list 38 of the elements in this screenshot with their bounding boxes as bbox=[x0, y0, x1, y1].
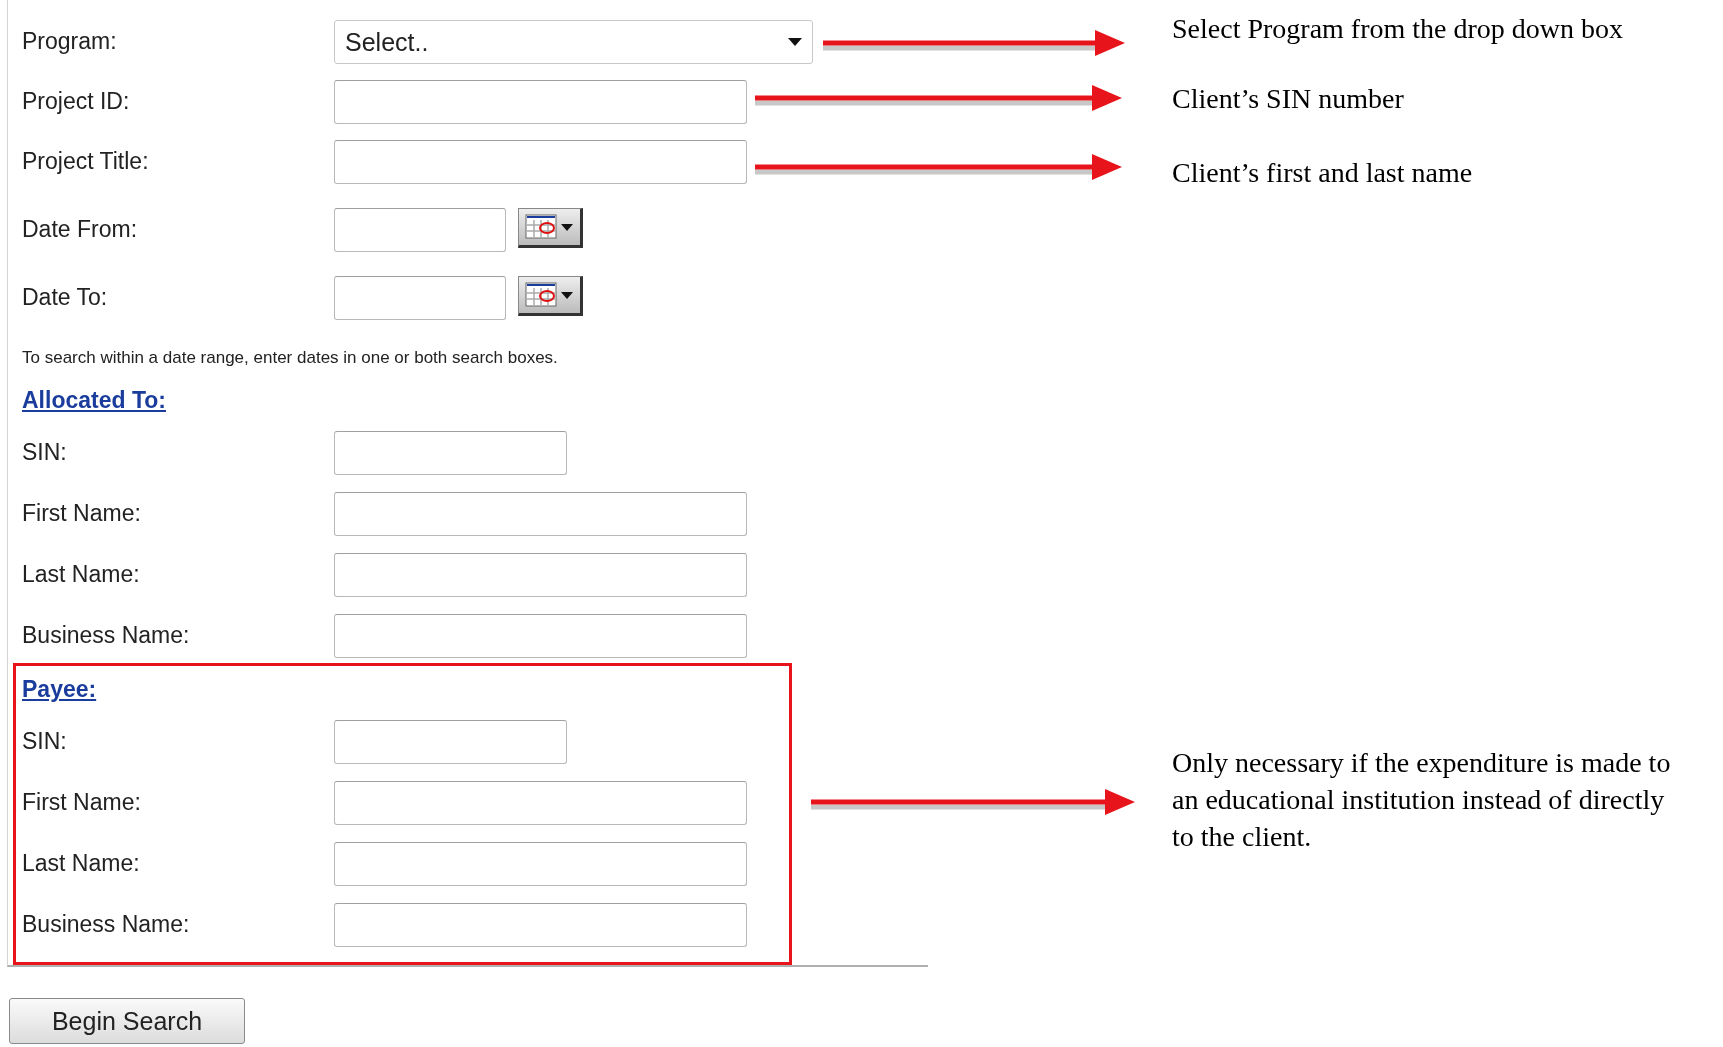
calendar-button[interactable] bbox=[518, 276, 583, 316]
date-input[interactable] bbox=[334, 276, 506, 320]
text-input[interactable] bbox=[334, 431, 567, 475]
text-input[interactable] bbox=[334, 553, 747, 597]
annotation-text: Client’s first and last name bbox=[1172, 156, 1473, 190]
calendar-button[interactable] bbox=[518, 208, 583, 248]
annotation-text: Client’s SIN number bbox=[1172, 82, 1404, 116]
date-range-hint: To search within a date range, enter dates in one or both search boxes. bbox=[22, 348, 559, 368]
field-label: Date From: bbox=[22, 215, 139, 243]
field-label: Last Name: bbox=[22, 849, 141, 877]
field-label: Program: bbox=[22, 27, 118, 55]
field-label: SIN: bbox=[22, 438, 68, 466]
field-label: First Name: bbox=[22, 499, 142, 527]
field-label: Business Name: bbox=[22, 910, 191, 938]
field-label: Project ID: bbox=[22, 87, 131, 115]
text-input[interactable] bbox=[334, 492, 747, 536]
text-input[interactable] bbox=[334, 614, 747, 658]
field-label: SIN: bbox=[22, 727, 68, 755]
caret-icon bbox=[788, 38, 802, 46]
program-dropdown[interactable]: Select.. bbox=[334, 20, 813, 64]
text-input[interactable] bbox=[334, 140, 747, 184]
begin-search-button[interactable]: Begin Search bbox=[9, 998, 245, 1044]
field-label: Last Name: bbox=[22, 560, 141, 588]
field-label: Project Title: bbox=[22, 147, 150, 175]
text-input[interactable] bbox=[334, 903, 747, 947]
field-label: First Name: bbox=[22, 788, 142, 816]
annotation-text: Only necessary if the expenditure is made to an educational institution instead of directly to the client. bbox=[1172, 746, 1672, 854]
section-link[interactable]: Payee: bbox=[22, 676, 97, 703]
text-input[interactable] bbox=[334, 80, 747, 124]
field-label: Date To: bbox=[22, 283, 109, 311]
annotation-text: Select Program from the drop down box bbox=[1172, 12, 1624, 46]
text-input[interactable] bbox=[334, 781, 747, 825]
section-link[interactable]: Allocated To: bbox=[22, 387, 166, 414]
date-input[interactable] bbox=[334, 208, 506, 252]
field-label: Business Name: bbox=[22, 621, 191, 649]
text-input[interactable] bbox=[334, 842, 747, 886]
dropdown-value: Select.. bbox=[345, 27, 429, 57]
text-input[interactable] bbox=[334, 720, 567, 764]
